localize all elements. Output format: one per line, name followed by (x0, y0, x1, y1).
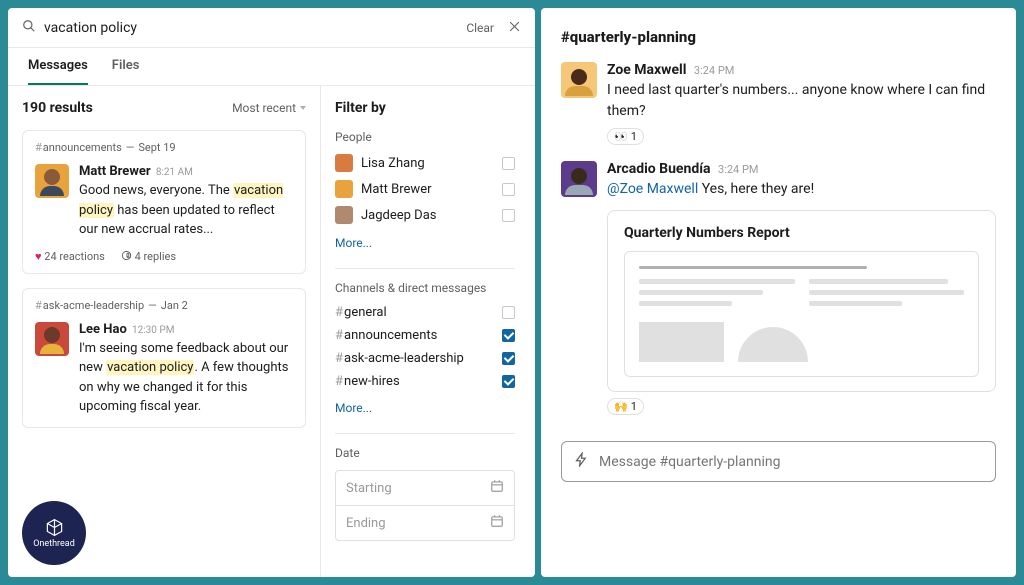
message-author: Matt Brewer (79, 164, 151, 179)
calendar-icon (490, 514, 504, 532)
chat-message: Arcadio Buendía 3:24 PM @Zoe Maxwell Yes… (561, 161, 996, 415)
avatar (561, 161, 597, 197)
message-author: Zoe Maxwell (607, 62, 686, 78)
checkbox[interactable] (502, 209, 515, 222)
search-bar: Clear (8, 8, 535, 48)
result-meta: #announcements—Sept 19 (35, 141, 293, 154)
channel-panel: #quarterly-planning Zoe Maxwell 3:24 PM … (541, 8, 1016, 577)
more-channels-link[interactable]: More... (335, 401, 372, 415)
checkbox[interactable] (502, 375, 515, 388)
reactions-count[interactable]: ♥ 24 reactions (35, 250, 105, 263)
chevron-down-icon (300, 106, 306, 110)
channel-name: new-hires (344, 374, 400, 389)
message-text: I'm seeing some feedback about our new v… (79, 339, 293, 417)
document-preview (624, 251, 979, 377)
filter-people-label: People (335, 130, 515, 144)
search-icon (22, 18, 36, 37)
reaction-chip[interactable]: 🙌1 (607, 398, 644, 415)
chat-message: Zoe Maxwell 3:24 PM I need last quarter'… (561, 62, 996, 145)
avatar (335, 154, 353, 172)
channel-header: #quarterly-planning (561, 8, 996, 62)
attachment-title: Quarterly Numbers Report (624, 225, 979, 241)
avatar (335, 206, 353, 224)
avatar (335, 180, 353, 198)
badge-label: Onethread (33, 539, 75, 549)
filter-column: Filter by People Lisa Zhang Matt Brewer … (321, 86, 535, 577)
composer-input[interactable] (599, 454, 983, 470)
filter-person[interactable]: Matt Brewer (335, 180, 515, 198)
filter-channel[interactable]: #new-hires (335, 374, 515, 389)
filter-person[interactable]: Jagdeep Das (335, 206, 515, 224)
checkbox[interactable] (502, 352, 515, 365)
checkbox[interactable] (502, 183, 515, 196)
clear-button[interactable]: Clear (466, 21, 494, 35)
calendar-icon (490, 479, 504, 497)
result-meta: #ask-acme-leadership—Jan 2 (35, 299, 293, 312)
search-panel: Clear Messages Files 190 results Most re… (8, 8, 535, 577)
filter-channels-label: Channels & direct messages (335, 281, 515, 295)
message-composer[interactable] (561, 441, 996, 482)
close-icon[interactable] (508, 18, 521, 37)
message-author: Lee Hao (79, 322, 127, 337)
tab-files[interactable]: Files (112, 58, 140, 85)
person-name: Jagdeep Das (361, 208, 437, 223)
sort-dropdown[interactable]: Most recent (232, 101, 306, 115)
channel-name: general (344, 305, 387, 320)
results-count: 190 results (22, 100, 93, 116)
message-time: 8:21 AM (156, 167, 193, 178)
filter-channel[interactable]: #ask-acme-leadership (335, 351, 515, 366)
channel-name: ask-acme-leadership (344, 351, 464, 366)
checkbox[interactable] (502, 157, 515, 170)
result-card[interactable]: #announcements—Sept 19 Matt Brewer 8:21 … (22, 130, 306, 274)
search-input[interactable] (36, 20, 466, 36)
bolt-icon[interactable] (574, 452, 599, 471)
message-text: I need last quarter's numbers... anyone … (607, 80, 996, 122)
date-ending-input[interactable]: Ending (335, 506, 515, 541)
filter-date-label: Date (335, 446, 515, 460)
avatar (35, 164, 69, 198)
search-tabs: Messages Files (8, 48, 535, 86)
more-people-link[interactable]: More... (335, 236, 372, 250)
checkbox[interactable] (502, 306, 515, 319)
date-label: Starting (346, 481, 392, 496)
mention[interactable]: @Zoe Maxwell (607, 181, 698, 197)
checkbox[interactable] (502, 329, 515, 342)
cube-icon (45, 518, 64, 537)
message-text: Good news, everyone. The vacation policy… (79, 181, 293, 240)
channel-name: announcements (344, 328, 437, 343)
avatar (35, 322, 69, 356)
message-text: @Zoe Maxwell Yes, here they are! (607, 179, 996, 200)
filter-channel[interactable]: #announcements (335, 328, 515, 343)
tab-messages[interactable]: Messages (28, 58, 88, 85)
reaction-chip[interactable]: 👀1 (607, 128, 644, 145)
sort-label: Most recent (232, 101, 296, 115)
attachment-card[interactable]: Quarterly Numbers Report (607, 210, 996, 392)
filter-channel[interactable]: #general (335, 305, 515, 320)
replies-count[interactable]: 4 replies (121, 250, 176, 263)
message-time: 12:30 PM (132, 325, 174, 336)
message-author: Arcadio Buendía (607, 161, 711, 177)
date-label: Ending (346, 516, 386, 531)
date-starting-input[interactable]: Starting (335, 470, 515, 506)
result-card[interactable]: #ask-acme-leadership—Jan 2 Lee Hao 12:30… (22, 288, 306, 428)
filter-person[interactable]: Lisa Zhang (335, 154, 515, 172)
person-name: Matt Brewer (361, 182, 432, 197)
filter-header: Filter by (335, 100, 515, 116)
onethread-badge: Onethread (22, 501, 86, 565)
avatar (561, 62, 597, 98)
message-time: 3:24 PM (718, 163, 758, 176)
message-time: 3:24 PM (694, 64, 734, 77)
person-name: Lisa Zhang (361, 156, 425, 171)
